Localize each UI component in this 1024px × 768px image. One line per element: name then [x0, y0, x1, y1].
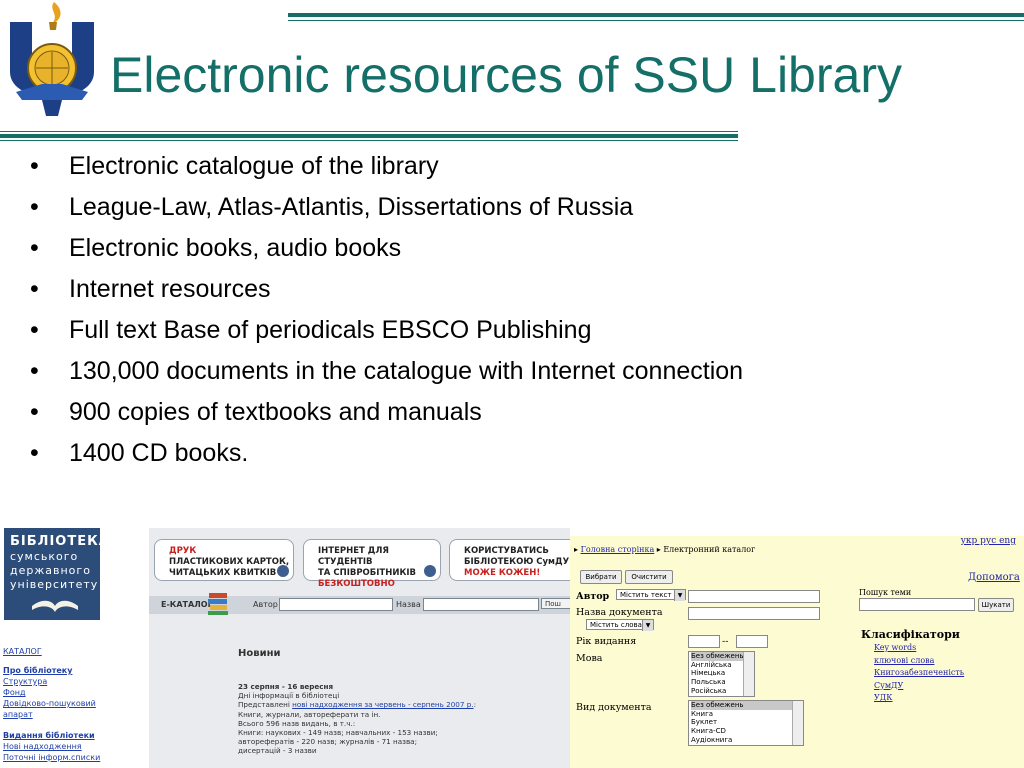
- library-logo[interactable]: БІБЛІОТЕКА сумського державного універси…: [4, 528, 109, 620]
- chevron-down-icon: ▼: [674, 590, 685, 601]
- sidebar-item-new-arrivals[interactable]: Нові надходження: [3, 741, 100, 752]
- arrow-icon: [424, 565, 436, 577]
- banner-use-library[interactable]: КОРИСТУВАТИСЬ БІБЛІОТЕКОЮ СумДУ МОЖЕ КОЖ…: [449, 539, 570, 581]
- breadcrumb-arrow-icon: ▸: [574, 545, 579, 554]
- breadcrumb: ▸ Головна сторінка ▸ Електронний каталог: [574, 545, 755, 554]
- year-to-field[interactable]: [736, 635, 768, 648]
- sidebar-item-reference-2[interactable]: апарат: [3, 709, 100, 720]
- docname-match-select[interactable]: Містить слова ▼: [586, 619, 654, 631]
- classifier-link[interactable]: Книгозабезпеченість: [874, 667, 964, 680]
- topic-search-input[interactable]: [859, 598, 975, 611]
- bullet-icon: •: [30, 234, 39, 262]
- library-main: ДРУК ПЛАСТИКОВИХ КАРТОК, ЧИТАЦЬКИХ КВИТК…: [149, 528, 570, 768]
- bullet-item: • Full text Base of periodicals EBSCO Pub…: [30, 316, 592, 344]
- news-date: 23 серпня - 16 вересня: [238, 682, 334, 691]
- banner-card-printing[interactable]: ДРУК ПЛАСТИКОВИХ КАРТОК, ЧИТАЦЬКИХ КВИТК…: [154, 539, 294, 581]
- banner-internet[interactable]: ІНТЕРНЕТ ДЛЯ СТУДЕНТІВ ТА СПІВРОБІТНИКІВ…: [303, 539, 441, 589]
- sidebar-item-structure[interactable]: Структура: [3, 676, 100, 687]
- books-stack-icon: [208, 593, 228, 615]
- topic-search-button[interactable]: Шукати: [978, 598, 1014, 612]
- docname-field[interactable]: [688, 607, 820, 620]
- author-match-select[interactable]: Містить текст ▼: [616, 589, 686, 601]
- classifier-link[interactable]: Key words: [874, 642, 964, 655]
- bullet-item: • 130,000 documents in the catalogue with…: [30, 357, 744, 385]
- bullet-item: • Electronic catalogue of the library: [30, 152, 439, 180]
- sidebar-item-about[interactable]: Про бібліотеку: [3, 665, 100, 676]
- title-underline-thin: [0, 131, 738, 132]
- sidebar-item-publications[interactable]: Видання бібліотеки: [3, 730, 100, 741]
- doctype-listbox[interactable]: Без обмежень Книга Буклет Книга-CD Аудіо…: [688, 700, 804, 746]
- bullet-icon: •: [30, 152, 39, 180]
- bullet-list: • Electronic catalogue of the library • Le…: [30, 150, 930, 478]
- search-button[interactable]: Пош: [541, 598, 570, 609]
- author-field[interactable]: [688, 590, 820, 603]
- docname-label: Назва документа: [576, 607, 663, 618]
- author-input[interactable]: [279, 598, 393, 611]
- bullet-item: • 900 copies of textbooks and manuals: [30, 398, 482, 426]
- bullet-icon: •: [30, 316, 39, 344]
- breadcrumb-arrow-icon: ▸: [656, 545, 661, 554]
- author-label: Автор: [576, 591, 610, 602]
- breadcrumb-current: Електронний каталог: [663, 545, 756, 554]
- scrollbar[interactable]: [743, 652, 754, 696]
- header-rule-thick: [288, 13, 1024, 17]
- bullet-item: • 1400 CD books.: [30, 439, 249, 467]
- open-book-icon: [32, 600, 78, 612]
- topic-search-label: Пошук теми: [859, 588, 912, 597]
- bullet-item: • Electronic books, audio books: [30, 234, 402, 262]
- sidebar-item-catalog[interactable]: КАТАЛОГ: [3, 646, 100, 657]
- news-heading: Новини: [238, 648, 281, 659]
- breadcrumb-home[interactable]: Головна сторінка: [581, 545, 655, 554]
- bullet-icon: •: [30, 398, 39, 426]
- chevron-down-icon: ▼: [642, 620, 653, 631]
- ecatalog-label: Е-КАТАЛОГ: [161, 600, 213, 609]
- doctype-label: Вид документа: [576, 702, 652, 713]
- title-input[interactable]: [423, 598, 539, 611]
- bullet-icon: •: [30, 439, 39, 467]
- clear-button[interactable]: Очистити: [625, 570, 673, 584]
- bullet-item: • League-Law, Atlas-Atlantis, Dissertatio…: [30, 193, 634, 221]
- title-underline-thick: [0, 134, 738, 138]
- language-listbox[interactable]: Без обмежень Англійська Німецька Польськ…: [688, 651, 755, 697]
- sidebar-item-fund[interactable]: Фонд: [3, 687, 100, 698]
- classifier-link[interactable]: ключові слова: [874, 655, 964, 668]
- classifiers-heading: Класифікатори: [861, 628, 960, 641]
- title-underline-thin: [0, 140, 738, 141]
- language-label: Мова: [576, 653, 603, 664]
- slide-title: Electronic resources of SSU Library: [110, 47, 902, 103]
- classifier-link[interactable]: УДК: [874, 692, 964, 705]
- sidebar-item-info-lists[interactable]: Поточні інформ.списки: [3, 752, 100, 763]
- arrow-icon: [277, 565, 289, 577]
- classifiers-list: Key words ключові слова Книгозабезпечені…: [874, 642, 964, 705]
- scrollbar[interactable]: [792, 701, 803, 745]
- library-website-screenshot: БІБЛІОТЕКА сумського державного універси…: [0, 528, 570, 768]
- language-links[interactable]: укр рус eng: [961, 536, 1016, 546]
- sidebar-item-reference[interactable]: Довідково-пошуковий: [3, 698, 100, 709]
- library-sidebar-links: КАТАЛОГ Про бібліотеку Структура Фонд До…: [3, 646, 100, 763]
- news-body: 23 серпня - 16 вересня Дні інформації в …: [238, 682, 476, 756]
- classifier-link[interactable]: СумДУ: [874, 680, 964, 693]
- electronic-catalogue-screenshot: укр рус eng ▸ Головна сторінка ▸ Електро…: [570, 536, 1024, 768]
- bullet-icon: •: [30, 275, 39, 303]
- university-torch-crest-logo: [10, 2, 94, 116]
- bullet-item: • Internet resources: [30, 275, 271, 303]
- new-arrivals-link[interactable]: нові надходження за червень - серпень 20…: [292, 700, 473, 709]
- header-rule-thin: [288, 20, 1024, 21]
- bullet-icon: •: [30, 357, 39, 385]
- year-from-field[interactable]: [688, 635, 720, 648]
- choose-button[interactable]: Вибрати: [580, 570, 622, 584]
- bullet-icon: •: [30, 193, 39, 221]
- help-link[interactable]: Допомога: [968, 572, 1020, 583]
- year-label: Рік видання: [576, 636, 637, 647]
- library-sidebar: БІБЛІОТЕКА сумського державного універси…: [0, 528, 149, 768]
